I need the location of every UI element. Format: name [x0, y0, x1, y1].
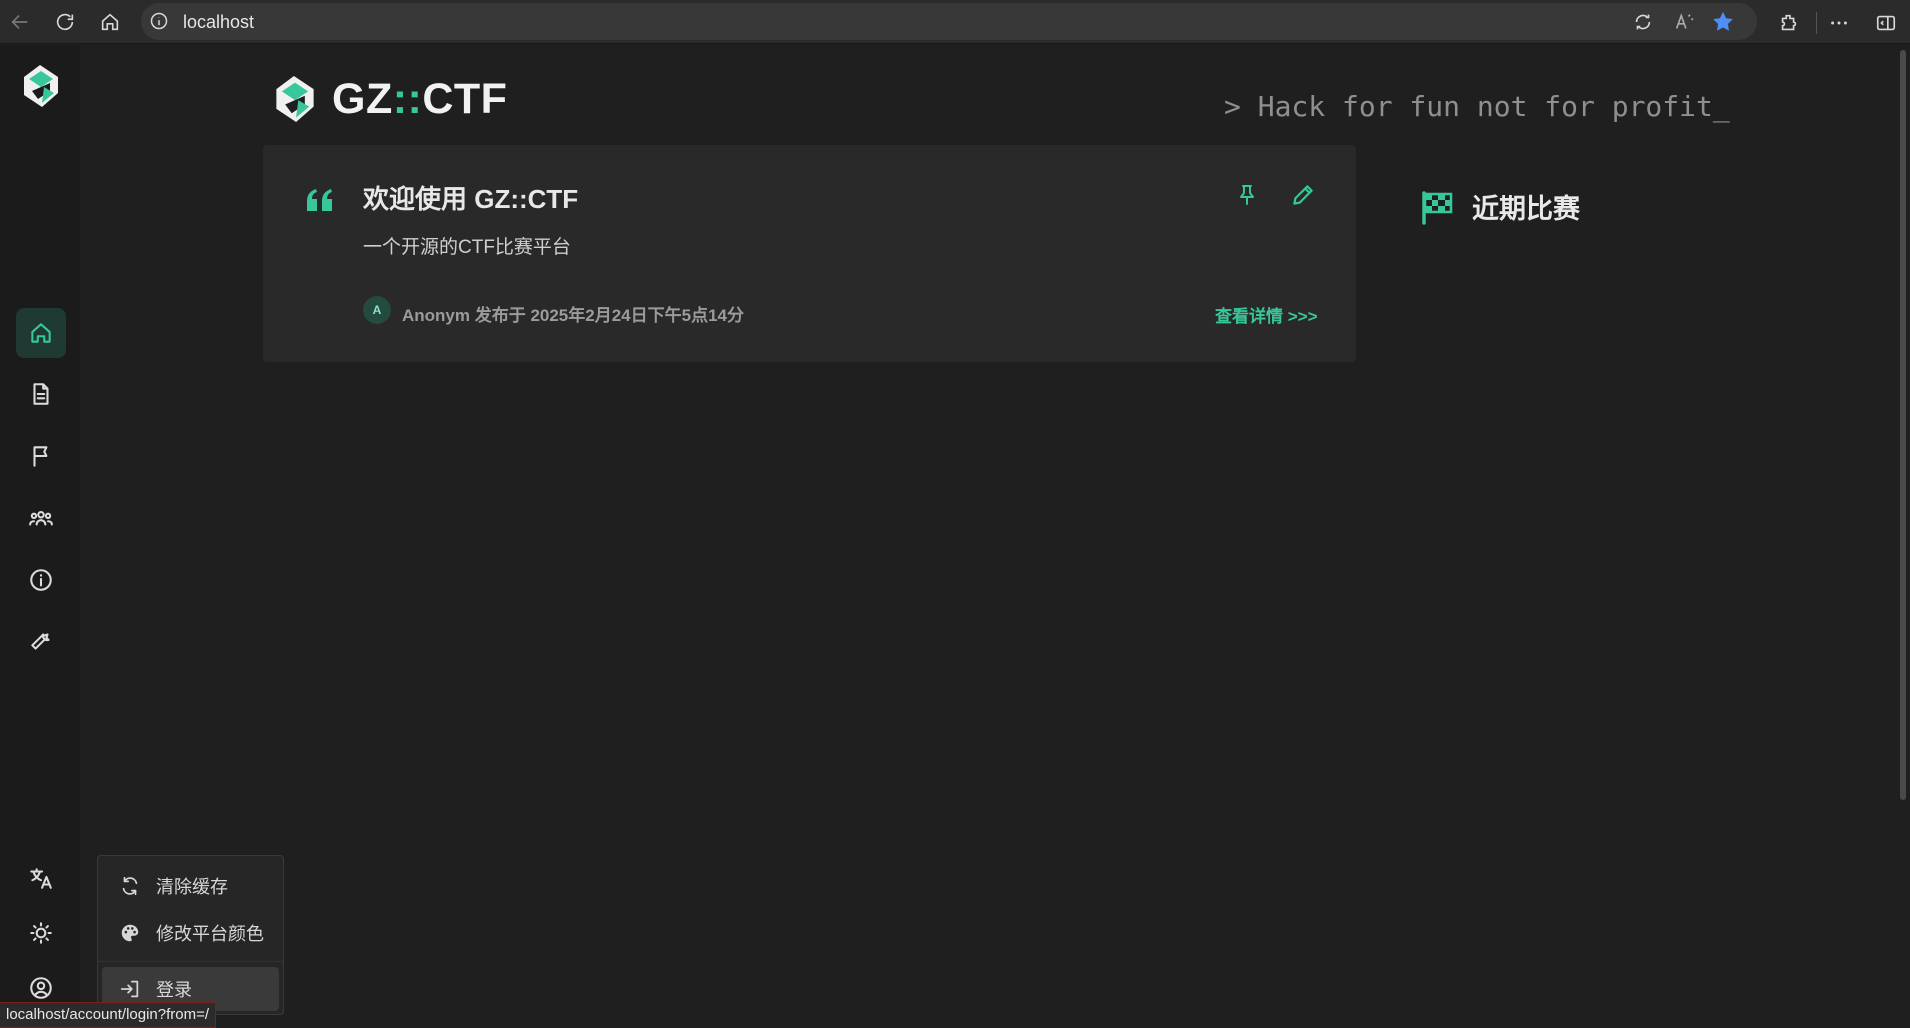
notice-card: 欢迎使用 GZ::CTF 一个开源的CTF比赛平台 A Anonym 发布于 2…: [263, 145, 1356, 362]
flag-icon: [33, 446, 48, 467]
wrench-icon: [31, 633, 50, 650]
info-icon: [30, 569, 52, 591]
quote-icon: [305, 187, 335, 213]
sidebar-item-home[interactable]: [16, 308, 66, 358]
brand-prefix: GZ: [332, 74, 393, 123]
refresh-cache-icon: [118, 874, 142, 898]
sidebar-item-teams[interactable]: [16, 493, 66, 543]
account-menu: 清除缓存 修改平台颜色 登录: [97, 855, 284, 1015]
translate-page-icon[interactable]: [1631, 10, 1655, 34]
more-button[interactable]: [1825, 9, 1853, 37]
home-icon: [31, 323, 51, 343]
browser-toolbar: localhost: [0, 0, 1910, 44]
sidebar-item-admin[interactable]: [16, 616, 66, 666]
language-icon: [30, 868, 52, 889]
back-icon: [11, 14, 28, 30]
toolbar-divider: [1816, 12, 1817, 34]
refresh-icon: [56, 13, 74, 31]
menu-divider: [98, 961, 283, 962]
users-icon: [29, 511, 53, 526]
address-bar[interactable]: localhost: [141, 3, 1757, 40]
info-icon[interactable]: [149, 11, 169, 31]
slogan: > Hack for fun not for profit_: [1224, 90, 1730, 123]
more-icon: [1831, 21, 1847, 25]
menu-item-clear-cache[interactable]: 清除缓存: [102, 864, 279, 908]
brand-separator: ::: [392, 74, 423, 123]
extensions-icon: [1781, 14, 1797, 31]
sidebar-item-language[interactable]: [16, 853, 66, 903]
checkered-flag-icon: [1422, 190, 1453, 225]
sidebar-toggle-icon: [1876, 15, 1896, 31]
status-bar-url: localhost/account/login?from=/: [0, 1002, 217, 1028]
recent-games-label: 近期比赛: [1472, 194, 1580, 224]
home-icon: [101, 13, 119, 31]
details-link[interactable]: 查看详情 >>>: [1215, 302, 1318, 327]
notice-meta: Anonym 发布于 2025年2月24日下午5点14分: [402, 306, 744, 325]
notice-title[interactable]: 欢迎使用 GZ::CTF: [363, 179, 578, 216]
brand-logo-icon: [272, 73, 318, 125]
login-icon: [118, 977, 142, 1001]
sidebar-item-posts[interactable]: [16, 369, 66, 419]
sidebar-item-games[interactable]: [16, 431, 66, 481]
address-url[interactable]: localhost: [183, 12, 254, 33]
edit-button[interactable]: [1288, 180, 1318, 210]
back-button[interactable]: [4, 6, 36, 38]
logo-icon[interactable]: [20, 63, 62, 109]
sun-icon: [30, 922, 52, 944]
recent-games-header: 近期比赛: [1420, 187, 1580, 226]
document-icon: [33, 383, 49, 405]
avatar: A: [363, 296, 391, 324]
sidebar-item-theme[interactable]: [16, 908, 66, 958]
scrollbar[interactable]: [1900, 50, 1906, 800]
user-circle-icon: [30, 977, 52, 999]
menu-item-label: 清除缓存: [156, 877, 228, 897]
sidebar: [0, 45, 80, 1028]
pin-button[interactable]: [1233, 180, 1261, 210]
favorite-star-icon[interactable]: [1711, 10, 1735, 34]
home-button[interactable]: [94, 6, 126, 38]
extensions-button[interactable]: [1775, 9, 1803, 37]
brand: GZ::CTF: [272, 72, 507, 126]
pin-icon: [1240, 185, 1254, 205]
notice-subtitle: 一个开源的CTF比赛平台: [363, 237, 571, 258]
read-aloud-icon[interactable]: [1672, 10, 1696, 34]
refresh-button[interactable]: [49, 6, 81, 38]
sidebar-item-about[interactable]: [16, 555, 66, 605]
palette-icon: [118, 921, 142, 945]
pencil-icon: [1293, 185, 1313, 205]
menu-item-label: 登录: [156, 980, 192, 1000]
sidebar-toggle-button[interactable]: [1872, 9, 1900, 37]
brand-title: GZ::CTF: [332, 75, 507, 124]
menu-item-change-color[interactable]: 修改平台颜色: [102, 911, 279, 955]
menu-item-label: 修改平台颜色: [156, 924, 264, 944]
brand-suffix: CTF: [422, 74, 508, 123]
